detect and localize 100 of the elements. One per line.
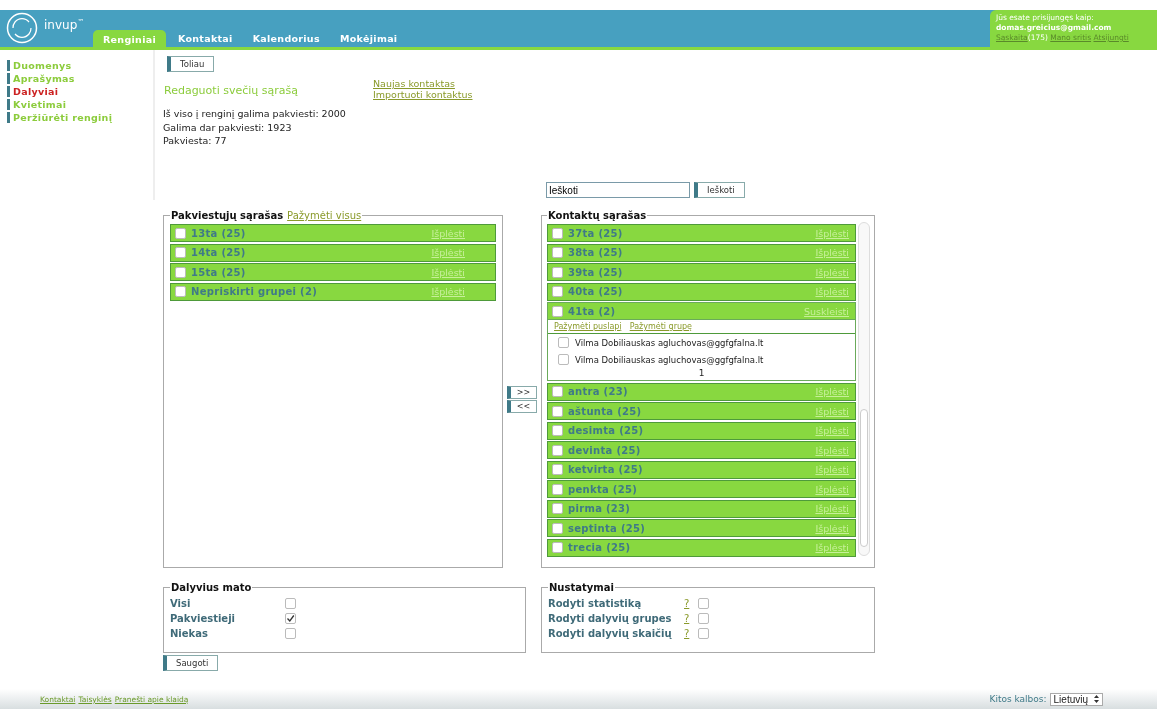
- expand-link[interactable]: Išplėsti: [815, 542, 849, 553]
- nav-tab[interactable]: Renginiai: [93, 30, 166, 47]
- group-row[interactable]: desimta (25) Išplėsti: [547, 421, 856, 440]
- action-link[interactable]: Naujas kontaktas: [373, 78, 455, 89]
- nav-tab[interactable]: Kalendorius: [244, 30, 328, 47]
- sidebar-item[interactable]: Dalyviai: [7, 86, 59, 97]
- updown-icon: [1094, 695, 1099, 703]
- language-select[interactable]: Lietuvių: [1049, 692, 1103, 706]
- checkbox[interactable]: [698, 598, 709, 609]
- checkbox[interactable]: [698, 628, 709, 639]
- group-label: 41ta (2): [568, 305, 616, 317]
- checkbox[interactable]: [552, 305, 563, 317]
- group-row[interactable]: 41ta (2) Suskleisti: [547, 302, 856, 320]
- group-label: Nepriskirti grupei (2): [191, 286, 318, 297]
- group-label: 14ta (25): [191, 247, 246, 258]
- select-link[interactable]: Pažymėti puslapį: [554, 322, 622, 331]
- expand-link[interactable]: Išplėsti: [815, 522, 849, 534]
- checkbox[interactable]: [558, 354, 569, 365]
- nav-tab[interactable]: Mokėjimai: [331, 30, 406, 47]
- checkbox[interactable]: [175, 286, 186, 297]
- search-field[interactable]: Ieškoti: [546, 182, 690, 198]
- expand-link[interactable]: Išplėsti: [815, 405, 849, 417]
- group-label: 13ta (25): [191, 227, 246, 239]
- option-label: Rodyti dalyvių skaičių: [548, 628, 673, 639]
- select-link[interactable]: Pažymėti grupę: [629, 322, 693, 331]
- scrollbar[interactable]: [858, 222, 870, 556]
- group-row[interactable]: septinta (25) Išplėsti: [547, 519, 856, 537]
- sidebar-item[interactable]: Peržiūrėti renginį: [7, 112, 113, 123]
- expand-link[interactable]: Išplėsti: [815, 483, 849, 495]
- expand-link[interactable]: Išplėsti: [431, 247, 465, 258]
- expand-link[interactable]: Išplėsti: [815, 227, 849, 239]
- checkbox[interactable]: [552, 227, 563, 239]
- group-row[interactable]: Nepriskirti grupei (2) Išplėsti: [170, 282, 496, 301]
- checkbox[interactable]: [698, 613, 709, 624]
- group-row[interactable]: 15ta (25) Išplėsti: [170, 263, 496, 281]
- group-row[interactable]: 14ta (25) Išplėsti: [170, 243, 496, 262]
- group-row[interactable]: 13ta (25) Išplėsti: [170, 224, 496, 242]
- checkbox[interactable]: [552, 464, 563, 475]
- group-row[interactable]: 38ta (25) Išplėsti: [547, 243, 856, 262]
- expand-link[interactable]: Išplėsti: [815, 266, 849, 278]
- checkbox[interactable]: [558, 337, 569, 348]
- group-row[interactable]: penkta (25) Išplėsti: [547, 480, 856, 498]
- checkbox[interactable]: [552, 425, 563, 436]
- checkbox[interactable]: [175, 227, 186, 239]
- expand-link[interactable]: Išplėsti: [815, 425, 849, 436]
- expand-link[interactable]: Išplėsti: [431, 227, 465, 239]
- checkbox[interactable]: [552, 247, 563, 258]
- checkbox[interactable]: [285, 628, 296, 639]
- help-link[interactable]: ?: [684, 628, 698, 639]
- checkbox[interactable]: [552, 542, 563, 553]
- group-label: 40ta (25): [568, 286, 623, 297]
- group-row[interactable]: pirma (23) Išplėsti: [547, 499, 856, 518]
- select-all-link[interactable]: Pažymėti visus: [287, 210, 362, 221]
- expand-link[interactable]: Išplėsti: [815, 444, 849, 456]
- group-row[interactable]: ketvirta (25) Išplėsti: [547, 460, 856, 479]
- expand-link[interactable]: Išplėsti: [815, 286, 849, 297]
- checkbox[interactable]: [285, 613, 296, 624]
- panel-title: Kontaktų sąrašas: [548, 210, 647, 221]
- expand-link[interactable]: Suskleisti: [804, 305, 849, 317]
- checkbox[interactable]: [552, 266, 563, 278]
- checkbox[interactable]: [552, 503, 563, 514]
- search-button[interactable]: Ieškoti: [694, 182, 745, 198]
- expand-link[interactable]: Išplėsti: [815, 386, 849, 397]
- panel-title: Pakviestųjų sąrašas: [171, 210, 284, 221]
- page-number[interactable]: 1: [698, 368, 705, 378]
- group-row[interactable]: antra (23) Išplėsti: [547, 382, 856, 401]
- checkbox[interactable]: [552, 405, 563, 417]
- group-row[interactable]: 37ta (25) Išplėsti: [547, 224, 856, 242]
- group-row[interactable]: devinta (25) Išplėsti: [547, 441, 856, 459]
- group-row[interactable]: trecia (25) Išplėsti: [547, 538, 856, 557]
- help-link[interactable]: ?: [684, 613, 698, 624]
- nav-tab[interactable]: Kontaktai: [169, 30, 241, 47]
- help-link[interactable]: ?: [684, 598, 698, 609]
- sidebar-item[interactable]: Kvietimai: [7, 99, 67, 110]
- group-label: pirma (23): [568, 503, 631, 514]
- checkbox[interactable]: [552, 483, 563, 495]
- expand-link[interactable]: Išplėsti: [815, 503, 849, 514]
- sidebar-item[interactable]: Duomenys: [7, 60, 72, 71]
- transfer-button[interactable]: <<: [507, 399, 537, 413]
- expand-link[interactable]: Išplėsti: [815, 247, 849, 258]
- expand-link[interactable]: Išplėsti: [431, 286, 465, 297]
- group-row[interactable]: 40ta (25) Išplėsti: [547, 282, 856, 301]
- checkbox[interactable]: [285, 598, 296, 609]
- checkbox[interactable]: [175, 247, 186, 258]
- save-button[interactable]: Saugoti: [163, 655, 219, 671]
- checkbox[interactable]: [175, 266, 186, 278]
- transfer-button[interactable]: >>: [507, 385, 537, 399]
- action-link[interactable]: Importuoti kontaktus: [373, 89, 473, 100]
- sidebar-item[interactable]: Aprašymas: [7, 73, 75, 84]
- group-row[interactable]: aštunta (25) Išplėsti: [547, 402, 856, 420]
- expand-link[interactable]: Išplėsti: [431, 266, 465, 278]
- panel-title: Nustatymai: [549, 582, 614, 593]
- checkbox[interactable]: [552, 522, 563, 534]
- option-label: Visi: [170, 598, 192, 609]
- expand-link[interactable]: Išplėsti: [815, 464, 849, 475]
- checkbox[interactable]: [552, 386, 563, 397]
- group-row[interactable]: 39ta (25) Išplėsti: [547, 263, 856, 281]
- next-button[interactable]: Toliau: [167, 56, 215, 72]
- checkbox[interactable]: [552, 444, 563, 456]
- checkbox[interactable]: [552, 286, 563, 297]
